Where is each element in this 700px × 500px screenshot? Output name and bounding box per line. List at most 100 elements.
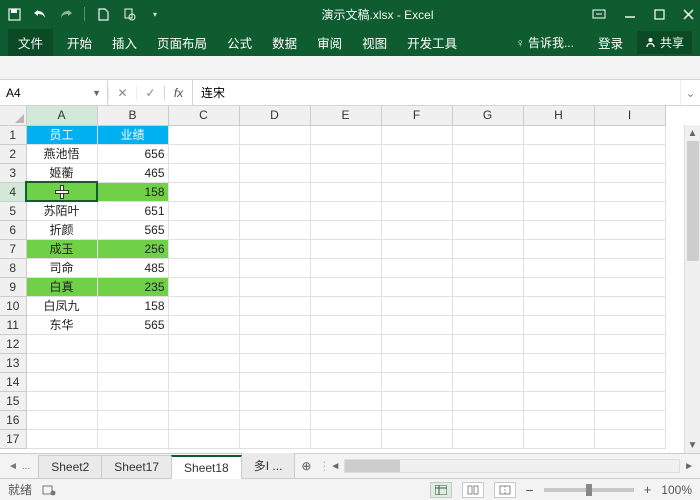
cell-C17[interactable] xyxy=(168,429,239,448)
cell-B4[interactable]: 158 xyxy=(97,182,168,201)
cell-D2[interactable] xyxy=(239,144,310,163)
scroll-down-icon[interactable]: ▼ xyxy=(685,437,700,453)
cell-F10[interactable] xyxy=(381,296,452,315)
cell-I12[interactable] xyxy=(594,334,665,353)
maximize-icon[interactable] xyxy=(654,9,665,20)
cell-H6[interactable] xyxy=(523,220,594,239)
cell-I2[interactable] xyxy=(594,144,665,163)
row-header-4[interactable]: 4 xyxy=(0,182,26,201)
cell-C7[interactable] xyxy=(168,239,239,258)
row-header-9[interactable]: 9 xyxy=(0,277,26,296)
cell-D1[interactable] xyxy=(239,125,310,144)
cell-G16[interactable] xyxy=(452,410,523,429)
cell-A8[interactable]: 司命 xyxy=(26,258,97,277)
cell-C2[interactable] xyxy=(168,144,239,163)
cell-F1[interactable] xyxy=(381,125,452,144)
qat-dropdown-icon[interactable]: ▾ xyxy=(147,6,163,22)
row-header-10[interactable]: 10 xyxy=(0,296,26,315)
cell-C4[interactable] xyxy=(168,182,239,201)
formula-bar-input[interactable] xyxy=(201,86,672,100)
tab-插入[interactable]: 插入 xyxy=(102,29,147,56)
cell-B16[interactable] xyxy=(97,410,168,429)
sheet-nav-prev-icon[interactable]: ... xyxy=(22,461,30,472)
cell-B7[interactable]: 256 xyxy=(97,239,168,258)
cell-I17[interactable] xyxy=(594,429,665,448)
cell-B9[interactable]: 235 xyxy=(97,277,168,296)
cell-H11[interactable] xyxy=(523,315,594,334)
cell-G13[interactable] xyxy=(452,353,523,372)
cell-B10[interactable]: 158 xyxy=(97,296,168,315)
cell-A11[interactable]: 东华 xyxy=(26,315,97,334)
cell-H15[interactable] xyxy=(523,391,594,410)
cell-H1[interactable] xyxy=(523,125,594,144)
row-header-7[interactable]: 7 xyxy=(0,239,26,258)
hscroll-thumb[interactable] xyxy=(345,460,400,472)
tab-开始[interactable]: 开始 xyxy=(57,29,102,56)
cell-G15[interactable] xyxy=(452,391,523,410)
add-sheet-button[interactable]: ⊕ xyxy=(294,456,318,476)
cell-B12[interactable] xyxy=(97,334,168,353)
cell-B11[interactable]: 565 xyxy=(97,315,168,334)
cell-F4[interactable] xyxy=(381,182,452,201)
cell-F7[interactable] xyxy=(381,239,452,258)
zoom-in-button[interactable]: + xyxy=(644,482,652,497)
cell-I8[interactable] xyxy=(594,258,665,277)
spreadsheet-grid[interactable]: ABCDEFGHI1员工业绩2燕池悟6563姬蘅46541585苏陌叶6516折… xyxy=(0,106,666,449)
cell-F12[interactable] xyxy=(381,334,452,353)
cell-A13[interactable] xyxy=(26,353,97,372)
cell-D15[interactable] xyxy=(239,391,310,410)
tab-公式[interactable]: 公式 xyxy=(217,29,262,56)
cell-G3[interactable] xyxy=(452,163,523,182)
cell-G7[interactable] xyxy=(452,239,523,258)
sheet-tab-Sheet17[interactable]: Sheet17 xyxy=(101,455,172,478)
minimize-icon[interactable] xyxy=(624,8,636,20)
cell-I14[interactable] xyxy=(594,372,665,391)
cell-F9[interactable] xyxy=(381,277,452,296)
cell-I1[interactable] xyxy=(594,125,665,144)
cell-E5[interactable] xyxy=(310,201,381,220)
cell-D9[interactable] xyxy=(239,277,310,296)
cell-G9[interactable] xyxy=(452,277,523,296)
cell-G5[interactable] xyxy=(452,201,523,220)
cell-E17[interactable] xyxy=(310,429,381,448)
cell-B15[interactable] xyxy=(97,391,168,410)
cell-C15[interactable] xyxy=(168,391,239,410)
col-header-I[interactable]: I xyxy=(594,106,665,125)
cell-G1[interactable] xyxy=(452,125,523,144)
cell-D16[interactable] xyxy=(239,410,310,429)
cell-F5[interactable] xyxy=(381,201,452,220)
cell-A16[interactable] xyxy=(26,410,97,429)
fx-icon[interactable]: fx xyxy=(164,86,192,100)
row-header-11[interactable]: 11 xyxy=(0,315,26,334)
cell-B3[interactable]: 465 xyxy=(97,163,168,182)
cell-H16[interactable] xyxy=(523,410,594,429)
name-box-input[interactable] xyxy=(6,86,66,100)
col-header-C[interactable]: C xyxy=(168,106,239,125)
hscroll-left-icon[interactable]: ◄ xyxy=(330,461,340,472)
cell-I16[interactable] xyxy=(594,410,665,429)
cell-A4[interactable] xyxy=(26,182,97,201)
cell-F14[interactable] xyxy=(381,372,452,391)
cell-C13[interactable] xyxy=(168,353,239,372)
cell-A3[interactable]: 姬蘅 xyxy=(26,163,97,182)
zoom-level[interactable]: 100% xyxy=(661,483,692,497)
cell-H5[interactable] xyxy=(523,201,594,220)
vscroll-thumb[interactable] xyxy=(687,141,699,261)
cell-A9[interactable]: 白真 xyxy=(26,277,97,296)
scroll-up-icon[interactable]: ▲ xyxy=(685,125,700,141)
row-header-13[interactable]: 13 xyxy=(0,353,26,372)
col-header-F[interactable]: F xyxy=(381,106,452,125)
cell-B2[interactable]: 656 xyxy=(97,144,168,163)
row-header-12[interactable]: 12 xyxy=(0,334,26,353)
zoom-slider[interactable] xyxy=(544,488,634,492)
cell-E7[interactable] xyxy=(310,239,381,258)
cell-B14[interactable] xyxy=(97,372,168,391)
col-header-E[interactable]: E xyxy=(310,106,381,125)
cell-G12[interactable] xyxy=(452,334,523,353)
cell-D5[interactable] xyxy=(239,201,310,220)
ribbon-options-icon[interactable] xyxy=(592,8,606,20)
tab-file[interactable]: 文件 xyxy=(8,29,53,56)
row-header-5[interactable]: 5 xyxy=(0,201,26,220)
cell-H17[interactable] xyxy=(523,429,594,448)
zoom-out-button[interactable]: − xyxy=(526,482,534,498)
